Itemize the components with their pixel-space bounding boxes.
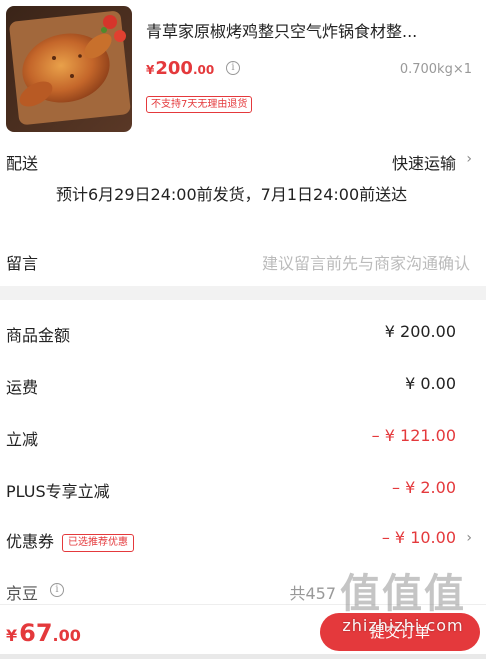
delivery-estimate: 预计6月29日24:00前发货，7月1日24:00前送达: [56, 185, 408, 204]
plus-discount-label: PLUS专享立减: [6, 482, 110, 501]
discount-row: 立减 – ¥ 121.00: [0, 426, 486, 450]
product-spec: 0.700kg×1: [399, 62, 472, 77]
checkout-bar: ¥ 67 .00 提交订单: [0, 604, 486, 654]
product-image[interactable]: [6, 6, 132, 132]
coupon-label-group: 优惠券 已选推荐优惠: [6, 528, 135, 552]
roast-chicken-photo: [6, 6, 132, 132]
coupon-value[interactable]: – ¥ 10.00: [382, 528, 456, 547]
coupon-row[interactable]: 优惠券 已选推荐优惠 – ¥ 10.00 ›: [0, 528, 486, 552]
section-divider: [0, 286, 486, 300]
price-integer: 200: [155, 58, 193, 79]
total-integer: 67: [19, 619, 53, 647]
price-decimal: .00: [192, 63, 215, 77]
chevron-right-icon[interactable]: ›: [466, 530, 472, 546]
jingdou-row[interactable]: 京豆 i 共457: [0, 580, 486, 603]
goods-amount-row: 商品金额 ¥ 200.00: [0, 322, 486, 346]
jingdou-label: 京豆: [6, 584, 39, 603]
product-card[interactable]: 青草家原椒烤鸡整只空气炸锅食材整... ¥ 200 .00 i 0.700kg×…: [0, 0, 486, 140]
price-currency: ¥: [146, 63, 155, 77]
product-price: ¥ 200 .00: [146, 58, 214, 79]
shipping-row: 运费 ¥ 0.00: [0, 374, 486, 398]
delivery-method[interactable]: 快速运输: [392, 150, 456, 174]
goods-amount-label: 商品金额: [6, 326, 71, 345]
shipping-value: ¥ 0.00: [405, 374, 456, 393]
coupon-label: 优惠券: [6, 532, 55, 551]
memo-label: 留言: [6, 254, 39, 273]
discount-value: – ¥ 121.00: [371, 426, 456, 445]
delivery-row[interactable]: 配送 快速运输 ›: [0, 150, 486, 176]
goods-amount-value: ¥ 200.00: [384, 322, 456, 341]
delivery-label: 配送: [6, 154, 39, 173]
info-icon[interactable]: i: [226, 61, 240, 75]
total-decimal: .00: [52, 626, 81, 645]
memo-input[interactable]: 建议留言前先与商家沟通确认: [262, 250, 470, 274]
chevron-right-icon[interactable]: ›: [466, 151, 472, 167]
shipping-label: 运费: [6, 378, 39, 397]
total-price: ¥ 67 .00: [6, 619, 81, 647]
submit-order-button[interactable]: 提交订单: [320, 613, 480, 651]
bottom-strip: [0, 654, 486, 659]
discount-label: 立减: [6, 430, 39, 449]
coupon-recommended-tag: 已选推荐优惠: [62, 533, 135, 552]
plus-discount-value: – ¥ 2.00: [392, 478, 456, 497]
plus-discount-row: PLUS专享立减 – ¥ 2.00: [0, 478, 486, 502]
product-title[interactable]: 青草家原椒烤鸡整只空气炸锅食材整...: [146, 22, 476, 42]
info-icon[interactable]: i: [50, 583, 64, 597]
no-return-tag: 不支持7天无理由退货: [146, 96, 253, 113]
total-currency: ¥: [6, 626, 18, 645]
jingdou-value: 共457: [289, 584, 336, 603]
